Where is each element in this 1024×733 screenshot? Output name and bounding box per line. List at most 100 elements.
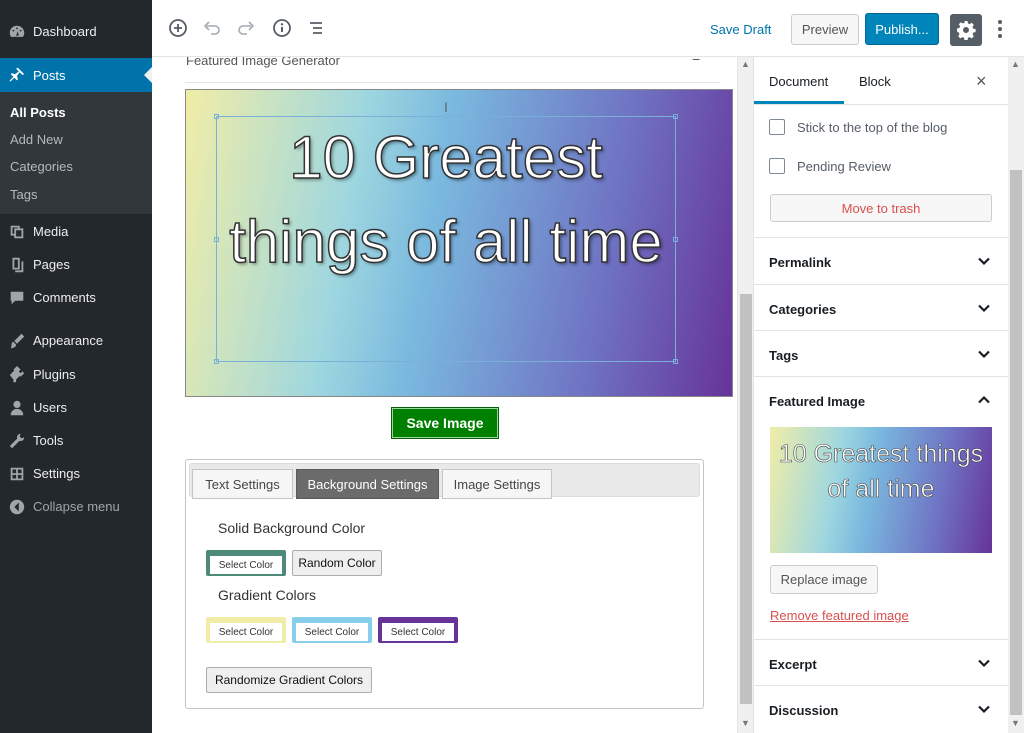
- panel-tags[interactable]: Tags: [754, 330, 1008, 377]
- panel-permalink[interactable]: Permalink: [754, 237, 1008, 284]
- plugin-icon: [7, 365, 27, 385]
- gradient-color-1-picker[interactable]: Select Color: [206, 617, 286, 643]
- sidebar-tabs: Document Block ×: [754, 57, 1008, 105]
- resize-handle[interactable]: [214, 237, 219, 242]
- chevron-down-icon: [976, 253, 992, 269]
- menu-item-comments[interactable]: Comments: [0, 281, 152, 314]
- featured-image-thumbnail[interactable]: 10 Greatest things of all time: [770, 427, 992, 553]
- scroll-up-icon[interactable]: ▲: [741, 59, 750, 69]
- solid-background-label: Solid Background Color: [218, 520, 366, 536]
- menu-label: Tools: [33, 433, 64, 448]
- panel-featured-image[interactable]: Featured Image: [754, 376, 1008, 423]
- solid-color-picker[interactable]: Select Color: [206, 550, 286, 576]
- chevron-down-icon: [976, 300, 992, 316]
- block-navigation-icon[interactable]: [305, 17, 327, 39]
- gear-icon: [957, 21, 976, 40]
- replace-image-button[interactable]: Replace image: [770, 565, 878, 594]
- scrollbar-thumb[interactable]: [740, 294, 752, 704]
- submenu-tags[interactable]: Tags: [10, 187, 37, 202]
- menu-item-dashboard[interactable]: Dashboard: [0, 15, 152, 48]
- randomize-gradient-button[interactable]: Randomize Gradient Colors: [206, 667, 372, 693]
- generator-settings-panel: Text Settings Background Settings Image …: [185, 459, 704, 709]
- featured-image-canvas[interactable]: 10 Greatest things of all time I: [185, 89, 733, 397]
- resize-handle[interactable]: [673, 114, 678, 119]
- pages-icon: [7, 255, 27, 275]
- submenu-categories[interactable]: Categories: [10, 159, 73, 174]
- resize-handle[interactable]: [673, 237, 678, 242]
- scrollbar-thumb[interactable]: [1010, 170, 1022, 715]
- dashboard-icon: [7, 22, 27, 42]
- resize-handle[interactable]: [214, 114, 219, 119]
- collapse-menu-button[interactable]: Collapse menu: [0, 490, 152, 523]
- close-icon[interactable]: ×: [976, 71, 987, 92]
- divider: [185, 82, 720, 83]
- tab-block[interactable]: Block: [859, 74, 891, 89]
- resize-handle[interactable]: [214, 359, 219, 364]
- scroll-down-icon[interactable]: ▼: [1011, 718, 1020, 728]
- block-collapse-toggle[interactable]: −: [692, 57, 700, 67]
- tab-text-settings[interactable]: Text Settings: [192, 469, 293, 499]
- publish-button[interactable]: Publish...: [865, 13, 939, 45]
- panel-title: Discussion: [769, 703, 839, 718]
- wrench-icon: [7, 431, 27, 451]
- save-draft-button[interactable]: Save Draft: [710, 22, 771, 37]
- menu-item-posts[interactable]: Posts: [0, 58, 152, 92]
- undo-icon[interactable]: [201, 17, 223, 39]
- resize-handle[interactable]: [444, 359, 449, 364]
- menu-item-appearance[interactable]: Appearance: [0, 324, 152, 357]
- save-image-button[interactable]: Save Image: [391, 407, 499, 439]
- random-color-button[interactable]: Random Color: [292, 550, 382, 576]
- info-icon[interactable]: [271, 17, 293, 39]
- gradient-color-2-picker[interactable]: Select Color: [292, 617, 372, 643]
- collapse-icon: [7, 497, 27, 517]
- text-cursor-icon: I: [444, 99, 448, 115]
- preview-button[interactable]: Preview: [791, 14, 859, 45]
- panel-categories[interactable]: Categories: [754, 284, 1008, 331]
- active-arrow: [144, 67, 152, 83]
- scroll-down-icon[interactable]: ▼: [741, 718, 750, 728]
- pending-review-checkbox[interactable]: [769, 158, 785, 174]
- menu-item-settings[interactable]: Settings: [0, 457, 152, 490]
- menu-label: Users: [33, 400, 67, 415]
- panel-title: Categories: [769, 302, 837, 317]
- tab-image-settings[interactable]: Image Settings: [442, 469, 552, 499]
- settings-icon: [7, 464, 27, 484]
- panel-excerpt[interactable]: Excerpt: [754, 639, 1008, 686]
- menu-item-plugins[interactable]: Plugins: [0, 358, 152, 391]
- sidebar-scrollbar[interactable]: ▲ ▼: [1008, 57, 1024, 733]
- menu-item-pages[interactable]: Pages: [0, 248, 152, 281]
- stick-to-top-checkbox[interactable]: [769, 119, 785, 135]
- submenu-add-new[interactable]: Add New: [10, 132, 63, 147]
- add-block-icon[interactable]: [167, 17, 189, 39]
- menu-item-media[interactable]: Media: [0, 215, 152, 248]
- remove-featured-image-link[interactable]: Remove featured image: [770, 608, 909, 623]
- chevron-down-icon: [976, 655, 992, 671]
- resize-handle[interactable]: [673, 359, 678, 364]
- stick-to-top-label: Stick to the top of the blog: [797, 120, 948, 135]
- menu-label: Settings: [33, 466, 80, 481]
- select-color-label: Select Color: [210, 623, 282, 641]
- gradient-colors-label: Gradient Colors: [218, 587, 317, 603]
- panel-title: Featured Image: [769, 394, 866, 409]
- more-options-icon[interactable]: [992, 15, 1008, 43]
- submenu-all-posts[interactable]: All Posts: [10, 105, 66, 120]
- move-to-trash-button[interactable]: Move to trash: [770, 194, 992, 222]
- editor-scrollbar[interactable]: ▲ ▼: [737, 57, 753, 733]
- settings-toggle-button[interactable]: [950, 14, 982, 46]
- users-icon: [7, 398, 27, 418]
- pending-review-label: Pending Review: [797, 159, 891, 174]
- pin-icon: [7, 65, 27, 85]
- menu-item-tools[interactable]: Tools: [0, 424, 152, 457]
- panel-title: Permalink: [769, 255, 832, 270]
- gradient-color-3-picker[interactable]: Select Color: [378, 617, 458, 643]
- tab-document[interactable]: Document: [769, 74, 828, 89]
- editor-canvas: Featured Image Generator − 10 Greatest t…: [152, 57, 737, 733]
- scroll-up-icon[interactable]: ▲: [1011, 59, 1020, 69]
- active-tab-indicator: [754, 101, 844, 104]
- redo-icon[interactable]: [235, 17, 257, 39]
- menu-label: Collapse menu: [33, 499, 120, 514]
- tab-background-settings[interactable]: Background Settings: [296, 469, 439, 499]
- menu-item-users[interactable]: Users: [0, 391, 152, 424]
- panel-discussion[interactable]: Discussion: [754, 685, 1008, 732]
- block-title: Featured Image Generator: [186, 57, 340, 68]
